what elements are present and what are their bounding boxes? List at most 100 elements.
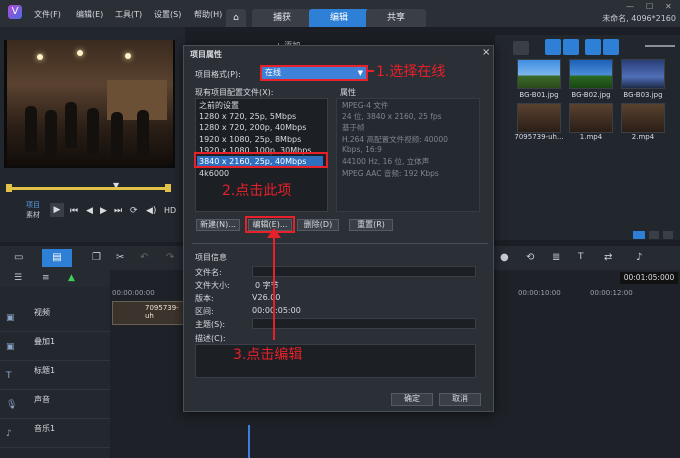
close-icon[interactable]: ×: [482, 47, 490, 58]
chapter-icon[interactable]: ≡: [42, 273, 50, 283]
folder-icon[interactable]: [513, 41, 529, 55]
thumb-clip-1mp4[interactable]: [569, 103, 613, 133]
duration-value: 00:00:05:00: [252, 306, 301, 315]
next-frame-icon[interactable]: ▶: [100, 206, 107, 216]
video-track-icon: ▣: [6, 313, 15, 323]
ruler-tick-label: 00:00:10:00: [518, 289, 561, 297]
delete-button[interactable]: 删除(D): [297, 219, 339, 231]
track-video[interactable]: ▣ 视频: [0, 303, 110, 332]
audio-icon[interactable]: ♪: [636, 252, 642, 263]
tab-capture[interactable]: 捕获: [252, 9, 312, 27]
music-track-icon: ♪: [6, 429, 12, 439]
library-option-icon[interactable]: [633, 231, 645, 239]
preview-window: [4, 40, 175, 168]
play-icon[interactable]: ▶: [50, 203, 64, 217]
cancel-button[interactable]: 取消: [439, 393, 481, 406]
mode-project-label[interactable]: 项目: [26, 200, 40, 210]
profile-item[interactable]: 1280 x 720, 25p, 5Mbps: [199, 111, 325, 122]
annotation-step3: 3.点击编辑: [233, 347, 303, 363]
trim-end-handle[interactable]: [165, 184, 171, 192]
ok-button[interactable]: 确定: [391, 393, 433, 406]
title-icon[interactable]: T: [578, 252, 584, 262]
photo-filter-icon[interactable]: [563, 39, 579, 55]
track-title[interactable]: T 标题1: [0, 361, 110, 390]
menu-edit[interactable]: 编辑(E): [76, 9, 103, 20]
media-library: BG-B01.jpg BG-B02.jpg BG-B03.jpg 7095739…: [495, 35, 680, 240]
track-name: 音乐1: [34, 424, 56, 433]
menu-tools[interactable]: 工具(T): [115, 9, 142, 20]
thumb-label: BG-B03.jpg: [623, 91, 663, 99]
repeat-icon[interactable]: ⟳: [130, 206, 138, 216]
trim-bar[interactable]: [8, 187, 168, 190]
musician-figure: [25, 106, 37, 152]
copy-icon[interactable]: ❐: [92, 252, 101, 263]
arrow-up-icon: [267, 228, 281, 238]
video-filter-icon[interactable]: [545, 39, 561, 55]
track-voice[interactable]: 🎙 声音: [0, 390, 110, 419]
minimize-icon[interactable]: —: [626, 2, 634, 11]
subject-field[interactable]: [252, 318, 476, 329]
mixer-icon[interactable]: ≣: [552, 252, 560, 263]
library-option-icon[interactable]: [649, 231, 659, 239]
trim-start-handle[interactable]: [6, 184, 12, 192]
prev-frame-icon[interactable]: ◀: [86, 206, 93, 216]
go-start-icon[interactable]: ⏮: [70, 206, 78, 216]
timecode-display[interactable]: 00:01:05:000: [620, 272, 678, 284]
profile-item[interactable]: 1280 x 720, 200p, 40Mbps: [199, 122, 325, 133]
musician-figure: [65, 102, 77, 148]
list-view-icon[interactable]: [585, 39, 601, 55]
thumb-bg-b03[interactable]: [621, 59, 665, 89]
thumb-clip-7095739[interactable]: [517, 103, 561, 133]
ruler-tick-label: 00:00:00:00: [112, 289, 155, 297]
thumb-label: 7095739-uh...: [514, 133, 564, 141]
tools-icon[interactable]: ✂: [116, 252, 124, 263]
motion-icon[interactable]: ⟲: [526, 252, 534, 263]
grid-view-icon[interactable]: [603, 39, 619, 55]
filename-field: [252, 266, 476, 277]
thumb-bg-b01[interactable]: [517, 59, 561, 89]
redo-icon[interactable]: ↷: [166, 252, 174, 263]
ripple-icon[interactable]: ▲: [68, 273, 75, 283]
thumb-label: 1.mp4: [579, 133, 603, 141]
filesize-value: 0 字节: [255, 281, 279, 290]
close-window-icon[interactable]: ✕: [665, 2, 672, 11]
library-option-icon[interactable]: [663, 231, 673, 239]
thumb-clip-2mp4[interactable]: [621, 103, 665, 133]
track-overlay[interactable]: ▣ 叠加1: [0, 332, 110, 361]
property-line: 24 位, 3840 x 2160, 25 fps: [342, 112, 442, 121]
undo-icon[interactable]: ↶: [140, 252, 148, 263]
menu-settings[interactable]: 设置(S): [154, 9, 181, 20]
annotation-step2: 2.点击此项: [222, 183, 292, 199]
go-end-icon[interactable]: ⏭: [114, 206, 122, 216]
timeline-view-icon[interactable]: ▤: [42, 249, 72, 267]
zoom-slider[interactable]: [645, 45, 675, 47]
profile-item[interactable]: 1920 x 1080, 25p, 8Mbps: [199, 134, 325, 145]
profile-item[interactable]: 4k6000: [199, 168, 325, 179]
property-line: Kbps, 16:9: [342, 145, 382, 154]
new-button[interactable]: 新建(N)...: [196, 219, 240, 231]
hd-toggle[interactable]: HD: [164, 206, 176, 215]
musician-figure: [45, 110, 57, 156]
maximize-icon[interactable]: ☐: [646, 2, 653, 11]
reset-button[interactable]: 重置(R): [349, 219, 393, 231]
playhead[interactable]: [248, 425, 250, 458]
menu-file[interactable]: 文件(F): [34, 9, 61, 20]
track-manager-icon[interactable]: ☰: [14, 273, 22, 283]
menu-help[interactable]: 帮助(H): [194, 9, 222, 20]
home-tab-icon[interactable]: ⌂: [226, 9, 246, 27]
profile-item[interactable]: 之前的设置: [199, 100, 325, 111]
version-value: V26.00: [252, 293, 281, 302]
divider: [192, 243, 488, 244]
track-music[interactable]: ♪ 音乐1: [0, 419, 110, 448]
video-clip[interactable]: 7095739-uh: [112, 301, 184, 325]
storyboard-view-icon[interactable]: ▭: [14, 252, 23, 263]
thumb-bg-b02[interactable]: [569, 59, 613, 89]
tab-share[interactable]: 共享: [366, 9, 426, 27]
property-line: MPEG AAC 音频: 192 Kbps: [342, 169, 439, 178]
record-icon[interactable]: ●: [500, 252, 509, 263]
transition-icon[interactable]: ⇄: [604, 252, 612, 263]
format-label: 项目格式(P):: [195, 70, 241, 79]
volume-icon[interactable]: ◀): [146, 206, 156, 216]
tab-edit[interactable]: 编辑: [309, 9, 369, 27]
mode-clip-label[interactable]: 素材: [26, 210, 40, 220]
